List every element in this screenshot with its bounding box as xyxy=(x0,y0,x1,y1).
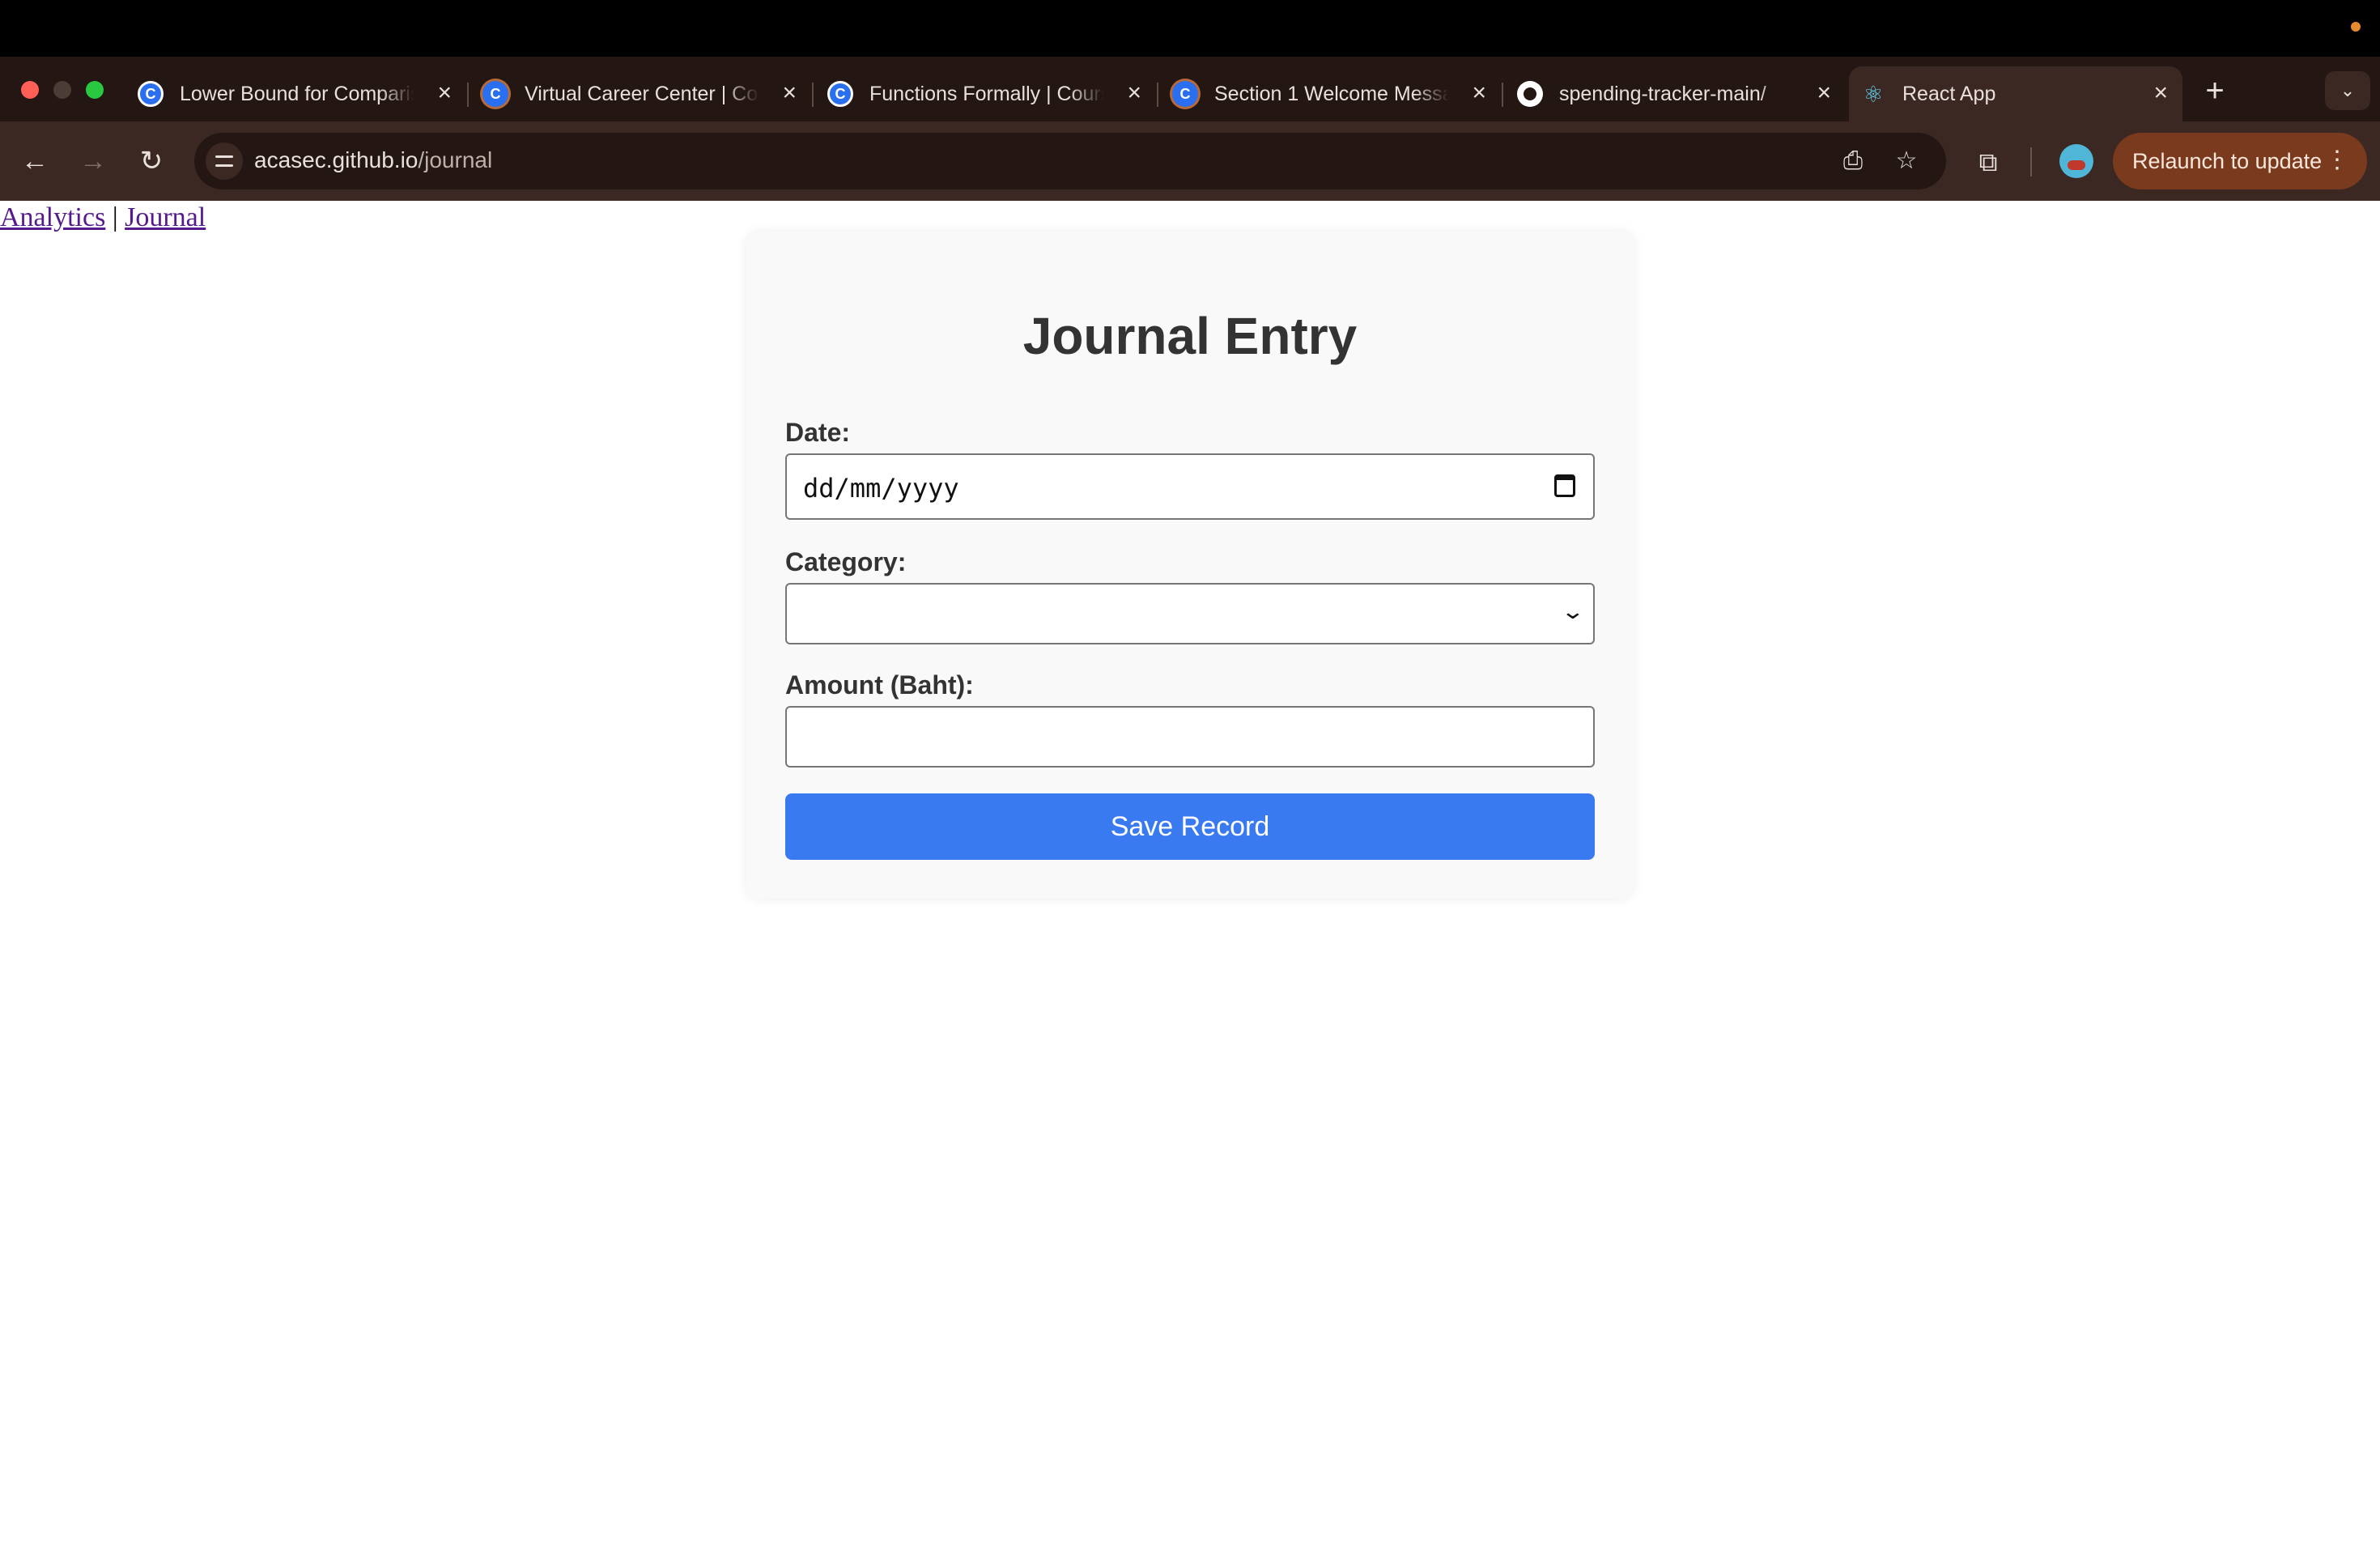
journal-link[interactable]: Journal xyxy=(125,202,206,232)
tab-title: Section 1 Welcome Message xyxy=(1214,82,1449,105)
back-icon[interactable]: ← xyxy=(15,141,55,181)
tab-title: React App xyxy=(1902,82,1996,105)
browser-tab[interactable]: spending-tracker-main/ × xyxy=(1506,66,1846,121)
bookmark-star-icon[interactable]: ☆ xyxy=(1891,146,1922,176)
save-record-button[interactable]: Save Record xyxy=(785,793,1595,860)
category-select[interactable]: ⌄ xyxy=(785,583,1595,644)
tab-divider xyxy=(467,83,469,107)
forward-icon[interactable]: → xyxy=(73,141,113,181)
github-icon xyxy=(1517,81,1543,107)
journal-form-card: Journal Entry Date: dd/mm/yyyy Category:… xyxy=(746,232,1634,899)
relaunch-button[interactable]: Relaunch to update ⋮ xyxy=(2113,133,2367,189)
tab-search-button[interactable]: ⌄ xyxy=(2325,71,2370,110)
site-settings-icon[interactable] xyxy=(206,142,243,180)
url-host: acasec.github.io xyxy=(254,147,419,172)
browser-tab[interactable]: C Section 1 Welcome Message × xyxy=(1161,66,1503,121)
tab-divider xyxy=(1502,83,1503,107)
page-nav: Analytics | Journal xyxy=(0,202,206,233)
system-menu-bar xyxy=(0,0,2380,57)
tab-title: spending-tracker-main/ xyxy=(1559,82,1766,105)
analytics-link[interactable]: Analytics xyxy=(0,202,105,232)
close-tab-icon[interactable]: × xyxy=(782,81,797,105)
toolbar-divider xyxy=(2030,147,2032,176)
category-label: Category: xyxy=(785,547,907,576)
nav-separator: | xyxy=(112,202,118,232)
close-tab-icon[interactable]: × xyxy=(1127,81,1141,105)
browser-tab[interactable]: C Virtual Career Center | Coursera × xyxy=(471,66,814,121)
page-title: Journal Entry xyxy=(1022,307,1358,365)
date-label: Date: xyxy=(785,418,851,447)
more-menu-icon[interactable]: ⋮ xyxy=(2325,144,2349,176)
coursera-icon: C xyxy=(1172,81,1198,107)
browser-tab[interactable]: C Functions Formally | Coursera × xyxy=(816,66,1158,121)
recording-indicator-icon xyxy=(2351,22,2361,32)
profile-avatar[interactable] xyxy=(2059,144,2093,178)
close-tab-icon[interactable]: × xyxy=(2153,81,2168,105)
tab-divider xyxy=(812,83,814,107)
extensions-icon[interactable]: ⧉ xyxy=(1970,144,2006,180)
close-tab-icon[interactable]: × xyxy=(437,81,452,105)
tab-divider xyxy=(1157,83,1158,107)
close-tab-icon[interactable]: × xyxy=(1472,81,1486,105)
tab-strip: C Lower Bound for Comparison × C Virtual… xyxy=(0,57,2380,121)
address-bar[interactable]: acasec.github.io/journal ⎙ ☆ xyxy=(194,133,1946,189)
browser-toolbar: ← → ↻ acasec.github.io/journal ⎙ ☆ ⧉ Rel… xyxy=(0,121,2380,201)
amount-input[interactable] xyxy=(785,706,1595,768)
tab-title: Functions Formally | Coursera xyxy=(869,82,1104,105)
browser-tab[interactable]: C Lower Bound for Comparison × xyxy=(126,66,469,121)
close-tab-icon[interactable]: × xyxy=(1817,81,1831,105)
install-app-icon[interactable]: ⎙ xyxy=(1838,146,1868,176)
date-input[interactable]: dd/mm/yyyy xyxy=(785,453,1595,520)
tab-title: Virtual Career Center | Coursera xyxy=(525,82,759,105)
calendar-icon[interactable] xyxy=(1554,474,1575,497)
chevron-down-icon: ⌄ xyxy=(1560,599,1586,623)
browser-tab-active[interactable]: ⚛ React App × xyxy=(1849,66,2182,121)
close-window-button[interactable] xyxy=(21,81,39,99)
coursera-icon: C xyxy=(827,81,853,107)
date-placeholder: dd/mm/yyyy xyxy=(803,473,959,504)
maximize-window-button[interactable] xyxy=(86,81,104,99)
minimize-window-button[interactable] xyxy=(53,81,71,99)
reload-icon[interactable]: ↻ xyxy=(131,141,172,181)
coursera-icon: C xyxy=(482,81,508,107)
coursera-icon: C xyxy=(138,81,164,107)
react-icon: ⚛ xyxy=(1863,81,1884,107)
relaunch-label: Relaunch to update xyxy=(2132,148,2323,173)
new-tab-button[interactable]: + xyxy=(2199,74,2231,107)
tab-title: Lower Bound for Comparison xyxy=(180,82,414,105)
url-text[interactable]: acasec.github.io/journal xyxy=(254,147,492,173)
amount-label: Amount (Baht): xyxy=(785,670,974,700)
url-path: /journal xyxy=(418,147,493,172)
